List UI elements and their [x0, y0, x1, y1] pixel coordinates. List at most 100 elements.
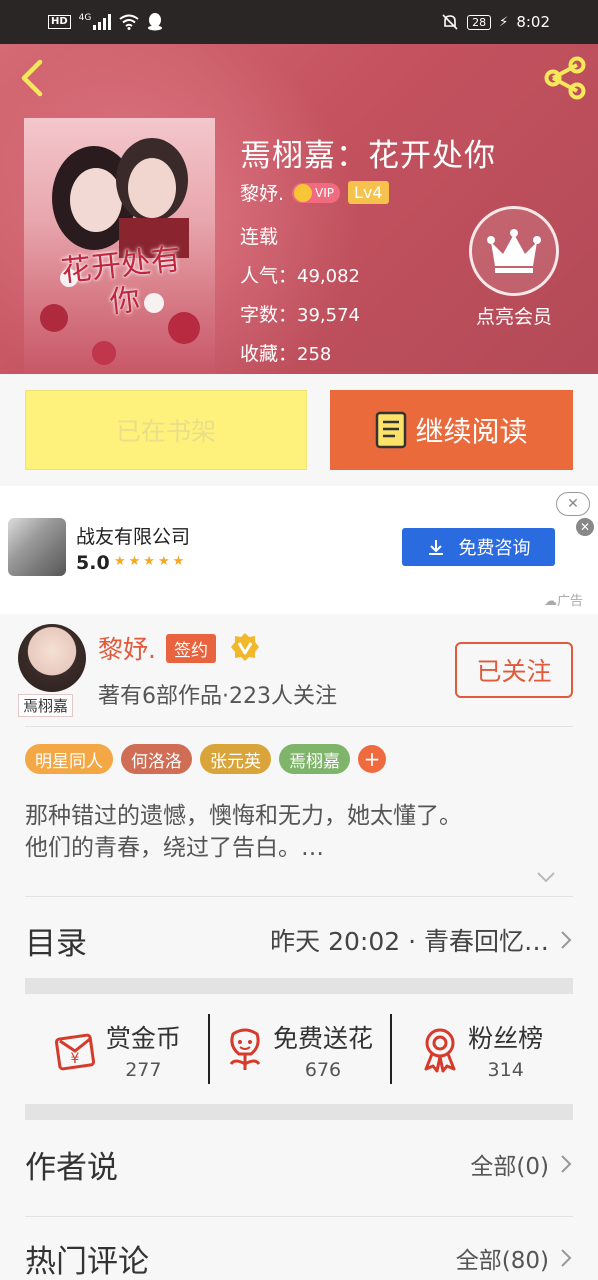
tag-item[interactable]: 焉栩嘉: [279, 744, 350, 774]
words-line: 字数：39,574: [240, 300, 360, 327]
header-author-name[interactable]: 黎妤.: [240, 179, 284, 206]
chevron-right-icon: [561, 1249, 572, 1267]
continue-reading-label: 继续阅读: [415, 415, 528, 448]
ad-banner[interactable]: 战友有限公司 5.0 ★★★★★ 免费咨询 ✕ ✕ ☁广告: [0, 486, 598, 614]
ad-image: [8, 518, 66, 576]
medal-icon: [424, 1028, 456, 1073]
latest-chapter: 昨天 20:02 · 青春回忆…: [270, 927, 549, 956]
section-separator: [25, 978, 573, 994]
popularity-line: 人气：49,082: [240, 261, 360, 288]
catalog-title: 目录: [25, 925, 87, 962]
reward-coins-count: 277: [125, 1059, 162, 1081]
popularity-label: 人气：: [240, 265, 298, 287]
tag-list: 明星同人 何洛洛 张元英 焉栩嘉 +: [25, 744, 386, 774]
red-envelope-icon: ¥: [54, 1033, 95, 1071]
support-actions: ¥ 赏金币 277 免费送花 676 粉丝榜 314: [25, 1008, 573, 1092]
status-bar: HD 4G 28 ⚡ 8:02: [0, 0, 598, 44]
svg-text:¥: ¥: [70, 1051, 79, 1067]
download-icon: [428, 540, 443, 555]
wifi-icon: [119, 14, 139, 30]
ad-consult-button[interactable]: 免费咨询: [402, 528, 555, 566]
vip-member-button[interactable]: 点亮会员: [466, 206, 562, 329]
book-icon: [376, 411, 407, 449]
author-says-title: 作者说: [25, 1149, 118, 1186]
vip-badge: VIP: [292, 182, 341, 203]
battery-indicator: 28: [467, 14, 492, 30]
author-row: 黎妤. VIP Lv4: [240, 179, 389, 206]
chevron-right-icon: [561, 931, 572, 949]
tag-item[interactable]: 张元英: [200, 744, 271, 774]
mute-bell-icon: [442, 14, 458, 30]
tag-item[interactable]: 何洛洛: [121, 744, 192, 774]
synopsis-line: 他们的青春，绕过了告白。…: [25, 835, 324, 861]
favorites-line: 收藏：258: [240, 339, 331, 366]
clock: 8:02: [516, 13, 550, 31]
popularity-value: 49,082: [297, 266, 360, 287]
words-label: 字数：: [240, 304, 298, 326]
avatar-tag: 焉栩嘉: [18, 694, 74, 717]
hot-comments-row[interactable]: 热门评论 全部(80): [25, 1232, 573, 1280]
ad-dismiss-icon[interactable]: ✕: [576, 518, 594, 536]
crown-icon: [469, 206, 559, 296]
ad-stars: ★★★★★: [114, 554, 188, 569]
fan-ranking-count: 314: [487, 1059, 524, 1081]
reward-coins-label: 赏金币: [105, 1024, 181, 1053]
book-header: 花开处有你 焉栩嘉：花开处你 黎妤. VIP Lv4 连载 人气：49,082 …: [0, 44, 598, 374]
author-name[interactable]: 黎妤.: [98, 630, 156, 666]
words-value: 39,574: [297, 305, 360, 326]
flower-icon: [229, 1028, 261, 1070]
level-badge: Lv4: [348, 181, 389, 204]
book-title: 焉栩嘉：花开处你: [240, 138, 496, 174]
book-cover[interactable]: 花开处有你: [24, 118, 215, 374]
reward-coins-button[interactable]: ¥ 赏金币 277: [25, 1008, 208, 1092]
add-tag-button[interactable]: +: [358, 745, 386, 773]
fan-ranking-label: 粉丝榜: [468, 1024, 544, 1053]
hot-comments-title: 热门评论: [25, 1243, 149, 1280]
continue-reading-button[interactable]: 继续阅读: [330, 390, 573, 470]
divider: [25, 1216, 573, 1217]
author-says-count: 全部(0): [470, 1154, 549, 1180]
follow-button[interactable]: 已关注: [455, 642, 573, 698]
ad-label: ☁广告: [544, 594, 584, 609]
network-label: 4G: [78, 13, 92, 23]
signed-badge: 签约: [166, 634, 216, 663]
hd-icon: HD: [48, 15, 71, 29]
vip-member-label: 点亮会员: [475, 306, 552, 328]
fan-ranking-button[interactable]: 粉丝榜 314: [390, 1008, 573, 1092]
vip-label: VIP: [315, 185, 335, 200]
free-flower-button[interactable]: 免费送花 676: [207, 1008, 391, 1092]
vip-crown-icon: [294, 183, 313, 202]
chevron-right-icon: [561, 1155, 572, 1173]
free-flower-label: 免费送花: [273, 1024, 374, 1053]
hot-comments-count: 全部(80): [455, 1248, 549, 1274]
on-shelf-button[interactable]: 已在书架: [25, 390, 307, 470]
ad-label-text: 广告: [557, 594, 584, 609]
charging-icon: ⚡: [499, 14, 509, 30]
ad-rating: 5.0: [76, 552, 110, 574]
favorites-label: 收藏：: [240, 343, 298, 365]
section-separator: [25, 1104, 573, 1120]
ad-company-name: 战友有限公司: [76, 526, 191, 548]
synopsis-line: 那种错过的遗憾，懊悔和无力，她太懂了。: [25, 803, 462, 829]
back-arrow-icon[interactable]: [14, 58, 50, 98]
synopsis[interactable]: 那种错过的遗憾，懊悔和无力，她太懂了。 他们的青春，绕过了告白。…: [25, 800, 573, 864]
qq-icon: [148, 13, 163, 31]
divider: [25, 726, 573, 727]
divider: [25, 896, 573, 897]
author-stats: 著有6部作品·223人关注: [98, 684, 337, 709]
author-avatar[interactable]: [18, 624, 86, 692]
chevron-down-icon[interactable]: [536, 870, 556, 884]
share-icon[interactable]: [542, 56, 588, 100]
ad-close-icon[interactable]: ✕: [556, 492, 590, 516]
catalog-row[interactable]: 目录 昨天 20:02 · 青春回忆…: [25, 914, 573, 966]
signal-icon: [93, 14, 112, 30]
cover-illustration: [40, 138, 200, 365]
book-status: 连载: [240, 226, 279, 248]
cover-title: 花开处有你: [59, 241, 183, 321]
author-says-row[interactable]: 作者说 全部(0): [25, 1138, 573, 1190]
action-buttons: 已在书架 继续阅读: [0, 374, 598, 486]
ad-consult-label: 免费咨询: [458, 538, 531, 559]
verified-icon: [231, 633, 259, 661]
free-flower-count: 676: [304, 1059, 342, 1081]
tag-item[interactable]: 明星同人: [25, 744, 113, 774]
